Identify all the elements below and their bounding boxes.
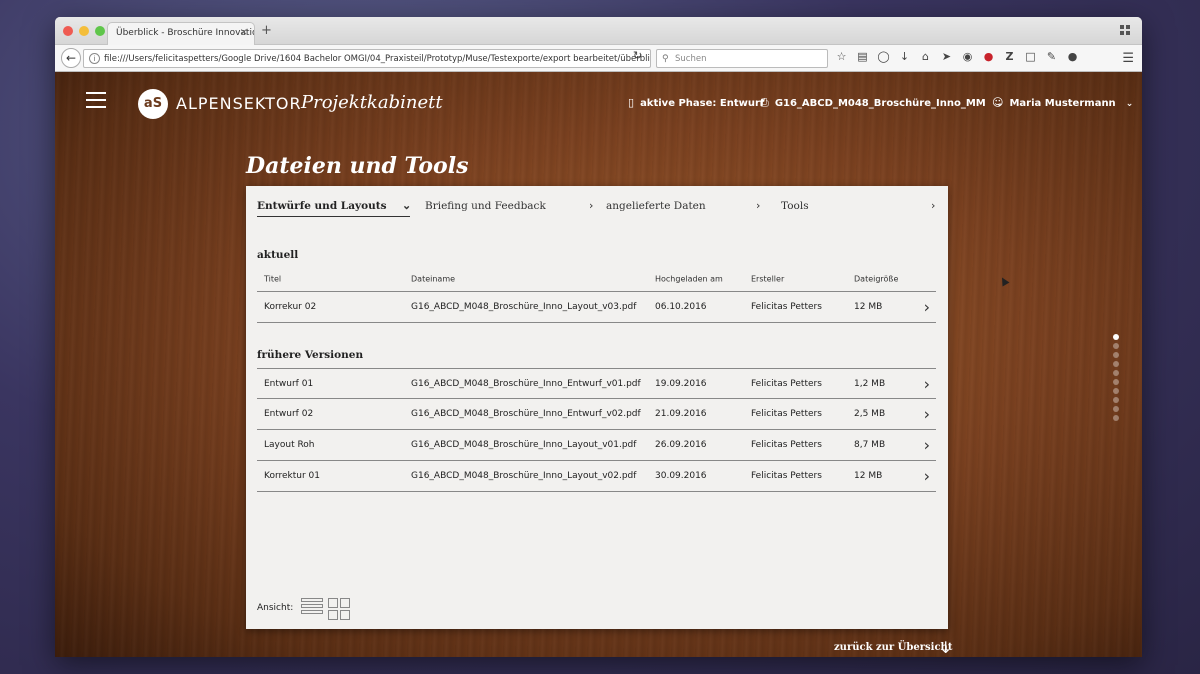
close-tab-icon[interactable]: × (240, 27, 248, 38)
download-icon[interactable]: ↓ (898, 50, 911, 63)
col-title[interactable]: Titel (264, 274, 281, 283)
chevron-down-icon: ⌄ (1125, 99, 1134, 109)
url-text: file:///Users/felicitaspetters/Google Dr… (104, 54, 651, 64)
logo-mark[interactable]: aS (138, 89, 168, 119)
reload-icon[interactable]: ↻ (633, 49, 642, 62)
circle-icon[interactable]: ● (1066, 50, 1079, 63)
tab-bar: Überblick - Broschüre Innovatio... × + (55, 17, 1142, 45)
tab-overview-icon[interactable] (1120, 25, 1130, 35)
info-icon[interactable]: i (89, 53, 100, 64)
col-creator[interactable]: Ersteller (751, 274, 784, 283)
tab-tools[interactable]: Tools (781, 200, 809, 212)
pager-dot[interactable] (1113, 361, 1119, 367)
search-placeholder: Suchen (675, 54, 707, 64)
user-menu[interactable]: ☺ Maria Mustermann ⌄ (992, 96, 1133, 109)
table-header: Titel Dateiname Hochgeladen am Ersteller… (257, 266, 936, 292)
browser-window: Überblick - Broschüre Innovatio... × + ←… (55, 17, 1142, 657)
table-row[interactable]: Korrektur 01 G16_ABCD_M048_Broschüre_Inn… (257, 461, 936, 492)
pen-icon[interactable]: ✎ (1045, 50, 1058, 63)
files-card: Entwürfe und Layouts ⌄ Briefing und Feed… (246, 186, 948, 629)
pager-dot[interactable] (1113, 352, 1119, 358)
list-view-icon[interactable] (301, 598, 323, 620)
table-row[interactable]: Entwurf 02 G16_ABCD_M048_Broschüre_Inno_… (257, 399, 936, 430)
col-filename[interactable]: Dateiname (411, 274, 455, 283)
tab-briefing[interactable]: Briefing und Feedback (425, 200, 546, 212)
grid-view-icon[interactable] (328, 598, 350, 620)
pager-dot[interactable] (1113, 388, 1119, 394)
brand-subtitle: Projektkabinett (301, 92, 443, 113)
file-tabs: Entwürfe und Layouts ⌄ Briefing und Feed… (257, 199, 941, 220)
toolbar-icons: ☆ ▤ ◯ ↓ ⌂ ➤ ◉ ● Z □ ✎ ● (835, 50, 1079, 63)
reader-icon[interactable]: ▤ (856, 50, 869, 63)
brand-name: ALPENSEKTOR (176, 94, 302, 113)
window-controls (63, 26, 105, 36)
page-icon[interactable]: □ (1024, 50, 1037, 63)
pager-dot[interactable] (1113, 334, 1119, 340)
table-row[interactable]: Korrekur 02 G16_ABCD_M048_Broschüre_Inno… (257, 292, 936, 323)
globe-icon[interactable]: ◉ (961, 50, 974, 63)
chevron-right-icon: › (931, 199, 936, 212)
arrow-down-icon[interactable]: ↓ (939, 638, 952, 657)
pager-dot[interactable] (1113, 379, 1119, 385)
section-previous: frühere Versionen (257, 349, 364, 361)
user-icon: ☺ (992, 96, 1004, 109)
pager-dot[interactable] (1113, 370, 1119, 376)
col-uploaded[interactable]: Hochgeladen am (655, 274, 723, 283)
send-icon[interactable]: ➤ (940, 50, 953, 63)
zotero-icon[interactable]: Z (1003, 50, 1016, 63)
url-bar[interactable]: i file:///Users/felicitaspetters/Google … (83, 49, 651, 68)
phase-icon: ▯ (628, 96, 635, 109)
search-icon: ⚲ (662, 54, 669, 64)
browser-tab-title: Überblick - Broschüre Innovatio... (116, 28, 255, 38)
chevron-down-icon: ⌄ (402, 199, 412, 212)
zoom-window-button[interactable] (95, 26, 105, 36)
hamburger-menu-icon[interactable] (86, 92, 106, 113)
table-row[interactable]: Entwurf 01 G16_ABCD_M048_Broschüre_Inno_… (257, 368, 936, 399)
printer-icon: ⎙ (760, 96, 769, 109)
page-title: Dateien und Tools (246, 153, 469, 179)
tab-entwuerfe[interactable]: Entwürfe und Layouts ⌄ (257, 199, 412, 217)
back-to-overview-link[interactable]: zurück zur Übersicht (834, 642, 952, 653)
browser-tab[interactable]: Überblick - Broschüre Innovatio... × (107, 22, 255, 45)
search-input[interactable]: ⚲ Suchen (656, 49, 828, 68)
pager-dot[interactable] (1113, 343, 1119, 349)
chevron-right-icon[interactable]: › (924, 467, 930, 486)
previous-table: Entwurf 01 G16_ABCD_M048_Broschüre_Inno_… (257, 368, 936, 492)
current-table: Titel Dateiname Hochgeladen am Ersteller… (257, 266, 936, 323)
view-label: Ansicht: (257, 603, 294, 613)
chevron-right-icon: › (756, 199, 761, 212)
active-phase[interactable]: ▯ aktive Phase: Entwurf (628, 96, 764, 109)
chevron-right-icon: › (589, 199, 594, 212)
pager-dot[interactable] (1113, 406, 1119, 412)
table-row[interactable]: Layout Roh G16_ABCD_M048_Broschüre_Inno_… (257, 430, 936, 461)
project-selector[interactable]: ⎙ G16_ABCD_M048_Broschüre_Inno_MM ⌄ (760, 96, 1003, 110)
pinterest-icon[interactable]: ● (982, 50, 995, 63)
col-size[interactable]: Dateigröße (854, 274, 898, 283)
browser-menu-icon[interactable]: ☰ (1122, 51, 1134, 66)
home-icon[interactable]: ⌂ (919, 50, 932, 63)
pager-dot[interactable] (1113, 397, 1119, 403)
chevron-right-icon[interactable]: › (924, 436, 930, 455)
page-pager (1113, 334, 1119, 424)
star-icon[interactable]: ☆ (835, 50, 848, 63)
chevron-right-icon[interactable]: › (924, 298, 930, 317)
chevron-right-icon[interactable]: › (924, 405, 930, 424)
page-content: aS ALPENSEKTOR Projektkabinett ▯ aktive P… (55, 72, 1142, 657)
chevron-right-icon[interactable]: › (924, 374, 930, 393)
section-current: aktuell (257, 249, 299, 261)
minimize-window-button[interactable] (79, 26, 89, 36)
close-window-button[interactable] (63, 26, 73, 36)
pocket-icon[interactable]: ◯ (877, 50, 890, 63)
pager-dot[interactable] (1113, 415, 1119, 421)
mouse-cursor (998, 275, 1010, 287)
back-button[interactable]: ← (61, 48, 81, 68)
new-tab-button[interactable]: + (261, 23, 272, 38)
nav-bar: ← i file:///Users/felicitaspetters/Googl… (55, 45, 1142, 72)
tab-daten[interactable]: angelieferte Daten (606, 200, 706, 212)
